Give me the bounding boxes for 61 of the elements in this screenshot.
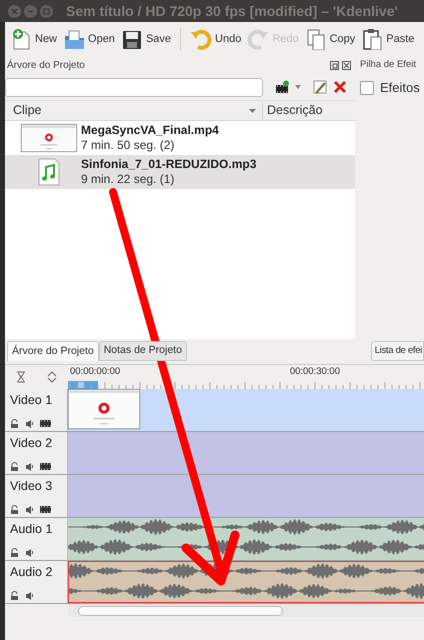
clip-name: MegaSyncVA_Final.mp4 bbox=[81, 123, 219, 138]
lock-icon[interactable] bbox=[10, 548, 19, 557]
clip-name: Sinfonia_7_01-REDUZIDO.mp3 bbox=[81, 157, 256, 172]
save-button[interactable]: Save bbox=[118, 26, 174, 52]
panel-tab[interactable]: Lista de efei bbox=[370, 341, 424, 361]
clipboard-icon bbox=[361, 28, 384, 50]
panel-tab[interactable]: Árvore do Projeto bbox=[7, 341, 99, 361]
expand-icon[interactable] bbox=[47, 371, 58, 383]
lock-icon[interactable] bbox=[10, 462, 19, 471]
folder-icon bbox=[63, 28, 86, 50]
clip-row[interactable]: Sinfonia_7_01-REDUZIDO.mp3 9 min. 22 seg. (1) bbox=[5, 155, 355, 189]
speaker-icon[interactable] bbox=[25, 419, 34, 428]
timecode: 00:00:00:00 bbox=[69, 365, 120, 379]
speaker-icon[interactable] bbox=[25, 548, 34, 557]
track-name: Video 1 bbox=[10, 392, 54, 409]
panel-title: Pilha de Efeit bbox=[360, 58, 417, 72]
track-name: Video 3 bbox=[10, 478, 54, 495]
dropdown-arrow-icon[interactable] bbox=[295, 85, 301, 89]
new-document-icon bbox=[10, 28, 32, 50]
float-icon[interactable] bbox=[330, 60, 339, 70]
copy-icon bbox=[304, 28, 327, 50]
panel-tab[interactable]: Notas de Projeto bbox=[98, 341, 187, 361]
close-icon[interactable] bbox=[342, 60, 351, 70]
add-clip-icon[interactable] bbox=[275, 80, 289, 94]
undo-button[interactable]: Undo bbox=[188, 26, 244, 52]
maximize-icon bbox=[41, 6, 52, 16]
speaker-icon[interactable] bbox=[25, 505, 34, 514]
track-name: Video 2 bbox=[10, 435, 54, 452]
undo-icon bbox=[190, 28, 212, 50]
delete-icon[interactable] bbox=[333, 80, 347, 94]
copy-button[interactable]: Copy bbox=[302, 26, 358, 52]
column-label: Clipe bbox=[13, 102, 42, 120]
sort-arrow-icon bbox=[249, 108, 256, 112]
clip-duration: 7 min. 50 seg. (2) bbox=[81, 138, 176, 153]
lock-icon[interactable] bbox=[10, 505, 19, 514]
edit-icon[interactable] bbox=[313, 80, 327, 94]
timecode: 00:00:30:00 bbox=[288, 365, 340, 379]
horizontal-scrollbar[interactable] bbox=[68, 604, 424, 617]
open-button[interactable]: Open bbox=[61, 26, 117, 52]
effects-checkbox[interactable]: Efeitos bbox=[360, 78, 424, 98]
film-icon[interactable] bbox=[40, 419, 51, 428]
track-name: Audio 2 bbox=[10, 564, 54, 581]
redo-icon bbox=[247, 28, 270, 50]
speaker-icon[interactable] bbox=[25, 462, 34, 471]
window-title: Sem título / HD 720p 30 fps [modified] – 'Kdenlive' bbox=[66, 2, 398, 21]
search-field[interactable] bbox=[5, 78, 263, 96]
lock-icon[interactable] bbox=[10, 419, 19, 428]
track-name: Audio 1 bbox=[10, 521, 54, 538]
collapse-icon[interactable] bbox=[16, 371, 26, 383]
lock-icon[interactable] bbox=[10, 591, 19, 600]
column-header[interactable]: Descrição bbox=[263, 101, 355, 120]
film-icon[interactable] bbox=[40, 505, 51, 514]
speaker-icon[interactable] bbox=[25, 591, 34, 600]
close-icon bbox=[9, 6, 20, 16]
music-file-icon bbox=[37, 158, 61, 186]
new-button[interactable]: New bbox=[8, 26, 60, 52]
clip-duration: 9 min. 22 seg. (1) bbox=[81, 172, 176, 187]
column-header[interactable]: Clipe bbox=[5, 101, 263, 120]
film-icon[interactable] bbox=[40, 462, 51, 471]
paste-button[interactable]: Paste bbox=[359, 26, 416, 52]
panel-title: Árvore do Projeto bbox=[6, 58, 85, 72]
